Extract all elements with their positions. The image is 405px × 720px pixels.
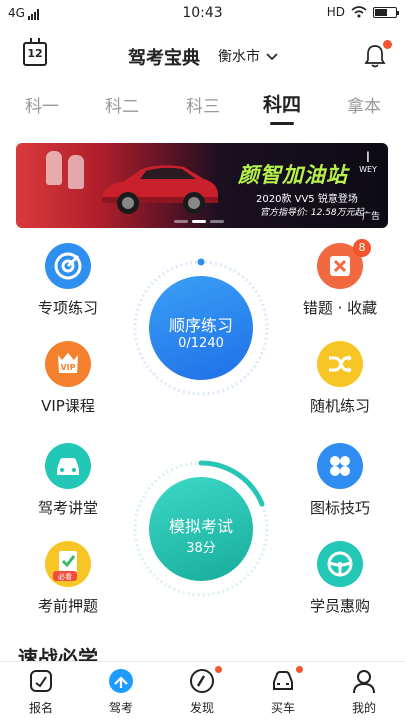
feature-label: 学员惠购 xyxy=(309,597,370,615)
mock-exam-button[interactable]: 模拟考试 38分 xyxy=(149,477,253,581)
app-title: 驾考宝典 xyxy=(128,48,200,69)
subject-tabs: 科一 科二 科三 科四 拿本 xyxy=(0,88,405,125)
hd-label: HD xyxy=(326,5,345,19)
app-header: 12 驾考宝典 衡水市 xyxy=(0,36,405,76)
car-icon xyxy=(45,443,91,489)
brand-logo: I WEY xyxy=(359,150,377,174)
calendar-day: 12 xyxy=(27,47,43,60)
user-icon xyxy=(353,670,375,694)
nav-label: 发现 xyxy=(189,701,214,715)
nav-label: 我的 xyxy=(351,701,376,715)
battery-icon xyxy=(373,6,399,18)
grid-icon xyxy=(317,443,363,489)
target-icon xyxy=(45,243,91,289)
sequential-practice-button[interactable]: 顺序练习 0/1240 xyxy=(149,276,253,380)
shuffle-icon xyxy=(317,341,363,387)
runner-figure xyxy=(68,155,84,189)
vip-icon: VIP xyxy=(45,341,91,387)
nav-label: 报名 xyxy=(28,701,53,715)
signup-icon xyxy=(30,670,52,692)
banner-subtitle: 2020款 VV5 锐意登场 xyxy=(256,194,358,205)
feature-label: 驾考讲堂 xyxy=(37,499,98,517)
steering-wheel-icon xyxy=(317,541,363,587)
ad-label: 广告 xyxy=(361,212,380,222)
city-label: 衡水市 xyxy=(218,49,260,65)
plane-icon xyxy=(109,669,133,693)
tab-subject-4[interactable]: 科四 xyxy=(263,90,301,117)
ad-banner[interactable]: 颜智加油站 2020款 VV5 锐意登场 官方指导价: 12.58万元起 I WE… xyxy=(16,143,388,228)
tab-subject-2[interactable]: 科二 xyxy=(105,92,139,117)
compass-icon xyxy=(190,669,214,693)
discover-dot xyxy=(215,666,222,673)
calendar-icon[interactable]: 12 xyxy=(23,38,47,66)
nav-buy-car[interactable]: 买车 xyxy=(248,666,318,720)
feature-label: 专项练习 xyxy=(37,299,98,317)
notification-button[interactable] xyxy=(362,40,392,70)
feature-icon-tips[interactable]: 图标技巧 xyxy=(295,443,385,523)
svg-text:必看: 必看 xyxy=(58,572,72,581)
nav-driving-test[interactable]: 驾考 xyxy=(86,666,156,720)
tab-indicator xyxy=(270,122,294,125)
status-right: HD xyxy=(326,5,399,19)
nav-label: 买车 xyxy=(270,701,295,715)
notification-dot xyxy=(383,40,392,49)
practice-progress: 0/1240 xyxy=(178,336,224,351)
car-image xyxy=(102,165,218,214)
tab-subject-1[interactable]: 科一 xyxy=(25,92,59,117)
banner-pager xyxy=(174,220,224,223)
feature-random-practice[interactable]: 随机练习 xyxy=(295,341,385,421)
nav-discover[interactable]: 发现 xyxy=(167,666,237,720)
status-bar: 4G 10:43 HD xyxy=(0,0,405,26)
svg-text:VIP: VIP xyxy=(60,363,75,372)
feature-wrong-and-favorites[interactable]: 8 错题 · 收藏 xyxy=(295,239,385,323)
wifi-icon xyxy=(351,6,367,18)
feature-label: 考前押题 xyxy=(37,597,98,615)
bottom-nav: 报名 驾考 发现 买车 我的 xyxy=(0,661,405,720)
checklist-icon: 必看 xyxy=(45,541,91,587)
practice-label: 顺序练习 xyxy=(168,316,233,335)
nav-label: 驾考 xyxy=(108,701,133,715)
runner-figure xyxy=(46,151,62,185)
exam-label: 模拟考试 xyxy=(168,517,233,536)
feature-label: VIP课程 xyxy=(41,397,95,415)
banner-title: 颜智加油站 xyxy=(238,163,348,187)
exam-score: 38分 xyxy=(186,541,216,556)
tab-subject-3[interactable]: 科三 xyxy=(186,92,220,117)
nav-signup[interactable]: 报名 xyxy=(6,666,76,720)
chevron-down-icon xyxy=(266,53,279,61)
feature-vip-course[interactable]: VIP VIP课程 xyxy=(23,341,113,421)
home-screen: 4G 10:43 HD 12 驾考宝典 衡水市 科一 科二 科三 科四 拿本 颜… xyxy=(0,0,405,720)
city-selector[interactable]: 衡水市 xyxy=(218,46,279,66)
tab-license[interactable]: 拿本 xyxy=(347,92,381,117)
feature-student-deals[interactable]: 学员惠购 xyxy=(295,541,385,621)
feature-driving-lecture[interactable]: 驾考讲堂 xyxy=(23,443,113,523)
banner-price: 官方指导价: 12.58万元起 xyxy=(260,208,364,218)
feature-special-practice[interactable]: 专项练习 xyxy=(23,243,113,323)
feature-label: 图标技巧 xyxy=(309,499,370,517)
feature-label: 错题 · 收藏 xyxy=(302,299,378,317)
nav-mine[interactable]: 我的 xyxy=(329,666,399,720)
feature-pre-exam-questions[interactable]: 必看 考前押题 xyxy=(23,541,113,621)
car-front-icon xyxy=(273,671,293,690)
buy-car-dot xyxy=(296,666,303,673)
feature-label: 随机练习 xyxy=(309,397,370,415)
wrong-count-badge: 8 xyxy=(353,239,371,257)
